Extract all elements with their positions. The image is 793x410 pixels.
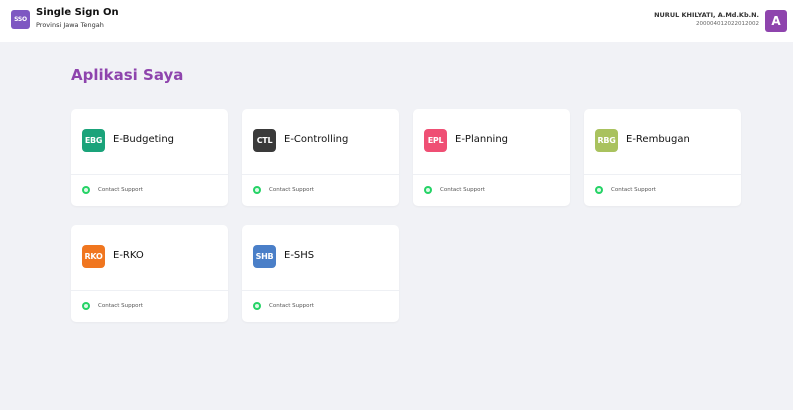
app-card-header[interactable]: CTL E-Controlling bbox=[242, 109, 399, 174]
app-card-e-budgeting[interactable]: EBG E-Budgeting Contact Support bbox=[71, 109, 228, 206]
app-card-e-rembugan[interactable]: RBG E-Rembugan Contact Support bbox=[584, 109, 741, 206]
app-name[interactable]: E-Controlling bbox=[284, 134, 348, 145]
contact-support-link[interactable]: Contact Support bbox=[82, 184, 143, 196]
app-subtitle: Provinsi Jawa Tengah bbox=[36, 21, 104, 29]
contact-support-link[interactable]: Contact Support bbox=[253, 184, 314, 196]
app-name[interactable]: E-Planning bbox=[455, 134, 508, 145]
app-name[interactable]: E-SHS bbox=[284, 250, 314, 261]
app-title: Single Sign On bbox=[36, 7, 119, 18]
whatsapp-icon bbox=[82, 302, 90, 310]
contact-support-link[interactable]: Contact Support bbox=[82, 300, 143, 312]
top-bar: SSO Single Sign On Provinsi Jawa Tengah … bbox=[0, 0, 793, 42]
contact-support-link[interactable]: Contact Support bbox=[595, 184, 656, 196]
contact-support-label: Contact Support bbox=[269, 187, 314, 193]
card-divider bbox=[71, 174, 228, 175]
app-card-header[interactable]: RBG E-Rembugan bbox=[584, 109, 741, 174]
app-card-e-rko[interactable]: RKO E-RKO Contact Support bbox=[71, 225, 228, 322]
user-name: NURUL KHILYATI, A.Md.Kb.N. bbox=[654, 11, 759, 19]
contact-support-label: Contact Support bbox=[98, 303, 143, 309]
contact-support-link[interactable]: Contact Support bbox=[424, 184, 485, 196]
card-divider bbox=[71, 290, 228, 291]
avatar[interactable]: A bbox=[765, 10, 787, 32]
e-planning-app-icon[interactable]: EPL bbox=[424, 129, 447, 152]
app-card-e-controlling[interactable]: CTL E-Controlling Contact Support bbox=[242, 109, 399, 206]
whatsapp-icon bbox=[424, 186, 432, 194]
card-divider bbox=[242, 290, 399, 291]
contact-support-label: Contact Support bbox=[440, 187, 485, 193]
whatsapp-icon bbox=[253, 186, 261, 194]
user-id: 200004012022012002 bbox=[696, 21, 759, 27]
e-rko-app-icon[interactable]: RKO bbox=[82, 245, 105, 268]
whatsapp-icon bbox=[595, 186, 603, 194]
whatsapp-icon bbox=[253, 302, 261, 310]
contact-support-label: Contact Support bbox=[269, 303, 314, 309]
e-controlling-app-icon[interactable]: CTL bbox=[253, 129, 276, 152]
app-name[interactable]: E-RKO bbox=[113, 250, 144, 261]
app-card-header[interactable]: RKO E-RKO bbox=[71, 225, 228, 290]
sso-logo[interactable]: SSO bbox=[11, 10, 30, 29]
section-title: Aplikasi Saya bbox=[71, 66, 184, 84]
app-card-e-planning[interactable]: EPL E-Planning Contact Support bbox=[413, 109, 570, 206]
contact-support-label: Contact Support bbox=[611, 187, 656, 193]
app-card-header[interactable]: SHB E-SHS bbox=[242, 225, 399, 290]
e-rembugan-app-icon[interactable]: RBG bbox=[595, 129, 618, 152]
card-divider bbox=[584, 174, 741, 175]
contact-support-link[interactable]: Contact Support bbox=[253, 300, 314, 312]
app-name[interactable]: E-Budgeting bbox=[113, 134, 174, 145]
app-card-header[interactable]: EPL E-Planning bbox=[413, 109, 570, 174]
e-shs-app-icon[interactable]: SHB bbox=[253, 245, 276, 268]
app-card-e-shs[interactable]: SHB E-SHS Contact Support bbox=[242, 225, 399, 322]
app-name[interactable]: E-Rembugan bbox=[626, 134, 690, 145]
card-divider bbox=[413, 174, 570, 175]
app-card-header[interactable]: EBG E-Budgeting bbox=[71, 109, 228, 174]
contact-support-label: Contact Support bbox=[98, 187, 143, 193]
e-budgeting-app-icon[interactable]: EBG bbox=[82, 129, 105, 152]
card-divider bbox=[242, 174, 399, 175]
whatsapp-icon bbox=[82, 186, 90, 194]
